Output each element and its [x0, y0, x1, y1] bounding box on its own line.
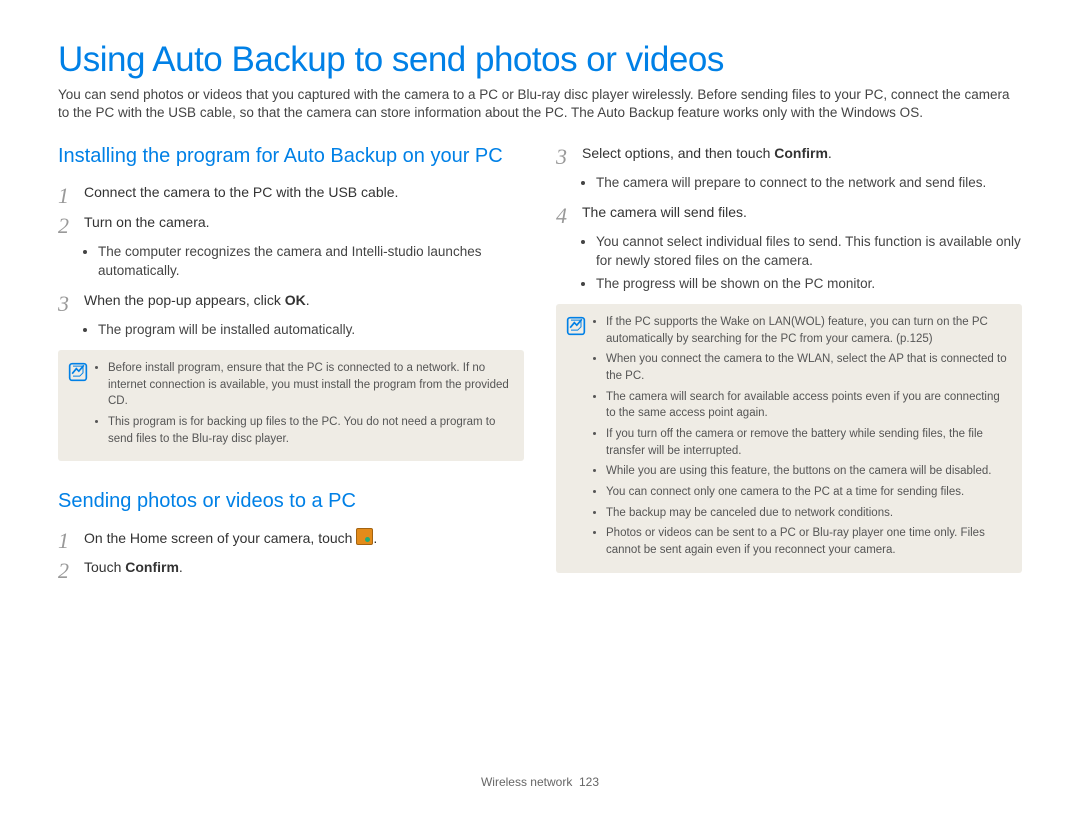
install-step-3: 3 When the pop-up appears, click OK. — [58, 291, 524, 315]
step-number: 3 — [58, 291, 84, 315]
step-number: 3 — [556, 144, 582, 168]
ok-icon: OK — [285, 291, 306, 311]
install-step-2: 2 Turn on the camera. — [58, 213, 524, 237]
send-step1-post: . — [373, 530, 377, 546]
step-number: 2 — [58, 558, 84, 582]
note-item: You can connect only one camera to the P… — [606, 484, 1008, 501]
send-step-4: 4 The camera will send files. — [556, 203, 1022, 227]
footer-section: Wireless network — [481, 775, 572, 789]
note-item: This program is for backing up files to … — [108, 414, 510, 447]
confirm-label: Confirm — [774, 145, 828, 161]
left-column: Installing the program for Auto Backup o… — [58, 144, 524, 588]
bullet-item: The program will be installed automatica… — [98, 321, 524, 340]
install-step-1: 1 Connect the camera to the PC with the … — [58, 183, 524, 207]
note-list: If the PC supports the Wake on LAN(WOL) … — [592, 314, 1008, 563]
bullet-item: You cannot select individual files to se… — [596, 233, 1022, 271]
send-step2-post: . — [179, 559, 183, 575]
page-title: Using Auto Backup to send photos or vide… — [58, 40, 1022, 80]
send-step-1: 1 On the Home screen of your camera, tou… — [58, 528, 524, 552]
bullet-item: The progress will be shown on the PC mon… — [596, 275, 1022, 294]
send-step1-pre: On the Home screen of your camera, touch — [84, 530, 356, 546]
note-item: Photos or videos can be sent to a PC or … — [606, 525, 1008, 558]
intro-paragraph: You can send photos or videos that you c… — [58, 86, 1022, 122]
step-text: On the Home screen of your camera, touch… — [84, 528, 524, 549]
note-item: Before install program, ensure that the … — [108, 360, 510, 410]
bullet-item: The computer recognizes the camera and I… — [98, 243, 524, 281]
send-step-3-bullets: The camera will prepare to connect to th… — [582, 174, 1022, 193]
note-item: The backup may be canceled due to networ… — [606, 505, 1008, 522]
send-step-4-bullets: You cannot select individual files to se… — [582, 233, 1022, 294]
send-step-3: 3 Select options, and then touch Confirm… — [556, 144, 1022, 168]
step-text: Turn on the camera. — [84, 213, 524, 233]
step-number: 4 — [556, 203, 582, 227]
manual-page: Using Auto Backup to send photos or vide… — [0, 0, 1080, 815]
section-title-install: Installing the program for Auto Backup o… — [58, 144, 524, 169]
note-icon — [68, 362, 88, 382]
note-icon — [566, 316, 586, 336]
auto-backup-app-icon — [356, 528, 373, 545]
note-item: The camera will search for available acc… — [606, 389, 1008, 422]
note-item: When you connect the camera to the WLAN,… — [606, 351, 1008, 384]
step-number: 1 — [58, 183, 84, 207]
note-item: If you turn off the camera or remove the… — [606, 426, 1008, 459]
bullet-item: The camera will prepare to connect to th… — [596, 174, 1022, 193]
step-text: The camera will send files. — [582, 203, 1022, 223]
send-step3-post: . — [828, 145, 832, 161]
section-title-sending: Sending photos or videos to a PC — [58, 489, 524, 514]
note-box-sending: If the PC supports the Wake on LAN(WOL) … — [556, 304, 1022, 573]
step3-post: . — [306, 292, 310, 308]
note-box-install: Before install program, ensure that the … — [58, 350, 524, 461]
note-list: Before install program, ensure that the … — [94, 360, 510, 451]
step-text: When the pop-up appears, click OK. — [84, 291, 524, 311]
step-number: 1 — [58, 528, 84, 552]
step-number: 2 — [58, 213, 84, 237]
step-text: Connect the camera to the PC with the US… — [84, 183, 524, 203]
page-footer: Wireless network 123 — [0, 775, 1080, 789]
right-column: 3 Select options, and then touch Confirm… — [556, 144, 1022, 588]
confirm-label: Confirm — [125, 559, 179, 575]
step-text: Select options, and then touch Confirm. — [582, 144, 1022, 164]
note-item: While you are using this feature, the bu… — [606, 463, 1008, 480]
step3-pre: When the pop-up appears, click — [84, 292, 285, 308]
footer-page-number: 123 — [579, 775, 599, 789]
send-step-2: 2 Touch Confirm. — [58, 558, 524, 582]
note-item: If the PC supports the Wake on LAN(WOL) … — [606, 314, 1008, 347]
send-step3-pre: Select options, and then touch — [582, 145, 774, 161]
install-step-3-bullets: The program will be installed automatica… — [84, 321, 524, 340]
send-step2-pre: Touch — [84, 559, 125, 575]
two-column-layout: Installing the program for Auto Backup o… — [58, 144, 1022, 588]
install-step-2-bullets: The computer recognizes the camera and I… — [84, 243, 524, 281]
step-text: Touch Confirm. — [84, 558, 524, 578]
